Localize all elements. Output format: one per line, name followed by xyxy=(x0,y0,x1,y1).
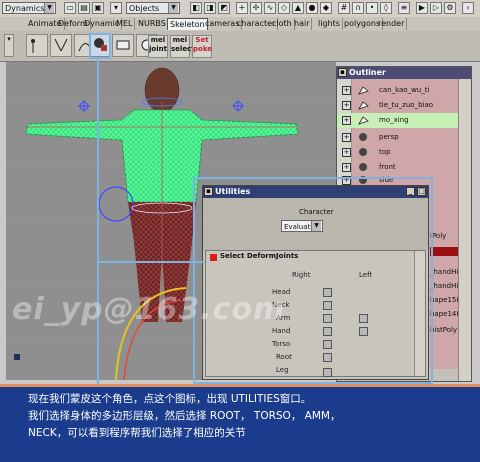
snap-grid-icon[interactable]: # xyxy=(338,2,350,14)
highlight-box-smooth-bind xyxy=(89,33,111,59)
tab-hair[interactable]: hair xyxy=(292,18,313,30)
tab-mel[interactable]: MEL xyxy=(114,18,136,30)
menu-set-value: Dynamics xyxy=(5,4,45,13)
history-icon[interactable]: ≡ xyxy=(398,2,410,14)
camera-icon xyxy=(359,133,367,141)
outliner-title: Outliner xyxy=(349,68,386,77)
caption-line: 现在我们蒙皮这个角色，点这个图标，出现 UTILITIES窗口。 xyxy=(28,393,312,405)
mel-joint-label: mel joint xyxy=(149,36,167,53)
tab-lights[interactable]: lights xyxy=(316,18,343,30)
ik-handle-glyph xyxy=(54,38,68,52)
outliner-item[interactable]: + tie_tu_zuo_biao xyxy=(337,98,459,113)
outliner-item-label: persp xyxy=(379,133,399,141)
mask-dynamics-icon[interactable]: ● xyxy=(306,2,318,14)
set-poke-button[interactable]: Set poke xyxy=(192,35,212,58)
mask-render-icon[interactable]: ◆ xyxy=(320,2,332,14)
object-mode-icon[interactable]: ◨ xyxy=(204,2,216,14)
render-icon[interactable]: ▶ xyxy=(416,2,428,14)
expand-icon[interactable]: + xyxy=(342,148,351,157)
mask-curves-icon[interactable]: ∿ xyxy=(264,2,276,14)
expand-icon[interactable]: + xyxy=(342,133,351,142)
hierarchy-mode-icon[interactable]: ◧ xyxy=(190,2,202,14)
caption-line: 我们选择身体的多边形层级，然后选择 ROOT， TORSO， AMM， xyxy=(28,410,341,422)
input-line-icon[interactable]: › xyxy=(462,2,474,14)
status-line: Dynamics ▼ ▭ ▤ ▣ ▾ Objects ▼ ◧ ◨ ◩ + ✢ ∿ ◇… xyxy=(0,0,480,18)
outliner-scrollbar[interactable] xyxy=(458,79,471,381)
outliner-title-bar[interactable]: ▪ Outliner xyxy=(337,67,471,79)
joint-tool-glyph xyxy=(31,39,35,53)
component-mode-icon[interactable]: ◩ xyxy=(218,2,230,14)
menu-set-dropdown[interactable]: Dynamics ▼ xyxy=(2,2,56,14)
outliner-item-label: mo_xing xyxy=(379,116,409,124)
outliner-item[interactable]: + can_kao_wu_ti xyxy=(337,83,459,98)
shelf-menu-icon[interactable]: ▾ xyxy=(4,34,14,57)
mesh-icon xyxy=(358,86,369,95)
outliner-item-label: top xyxy=(379,148,391,156)
selection-mask-dropdown[interactable]: Objects ▼ xyxy=(126,2,180,14)
snap-point-icon[interactable]: • xyxy=(366,2,378,14)
chevron-down-icon: ▼ xyxy=(44,3,54,13)
ik-handle-icon[interactable] xyxy=(50,34,72,57)
expand-icon[interactable]: + xyxy=(342,163,351,172)
mesh-icon xyxy=(358,116,369,125)
rigid-bind-icon[interactable] xyxy=(112,34,134,57)
snap-curve-icon[interactable]: ∩ xyxy=(352,2,364,14)
outliner-item[interactable]: + persp xyxy=(337,130,459,145)
outliner-item-label: can_kao_wu_ti xyxy=(379,86,430,94)
ipr-render-icon[interactable]: ▷ xyxy=(430,2,442,14)
chevron-down-icon: ▼ xyxy=(168,3,178,13)
joint-tool-icon[interactable] xyxy=(26,34,48,57)
hip-control[interactable] xyxy=(98,186,134,222)
camera-icon xyxy=(359,148,367,156)
watermark: ei_yp@163.com xyxy=(12,292,286,327)
expand-icon[interactable]: + xyxy=(342,101,351,110)
save-scene-icon[interactable]: ▣ xyxy=(92,2,104,14)
expand-icon[interactable]: + xyxy=(342,86,351,95)
tab-nurbs[interactable]: NURBS xyxy=(136,18,169,30)
shelf-tabs: Animate Deform Dynamic MEL NURBS Skeleto… xyxy=(0,17,480,32)
tab-render[interactable]: render xyxy=(376,18,408,30)
snap-plane-icon[interactable]: ◊ xyxy=(380,2,392,14)
caption-line: NECK，可以看到程序帮我们选择了相应的关节 xyxy=(28,427,246,439)
outliner-item-selected[interactable]: + mo_xing xyxy=(337,113,471,128)
set-poke-label: Set poke xyxy=(193,36,213,53)
expand-icon[interactable]: + xyxy=(342,116,351,125)
axis-indicator-icon xyxy=(14,354,20,360)
select-mode-icon[interactable]: ▾ xyxy=(110,2,122,14)
mesh-icon xyxy=(358,101,369,110)
mel-select-button[interactable]: mel select xyxy=(170,35,195,58)
mel-joint-button[interactable]: mel joint xyxy=(148,35,168,58)
mask-deformers-icon[interactable]: ▲ xyxy=(292,2,304,14)
mask-joints-icon[interactable]: ✢ xyxy=(250,2,262,14)
tutorial-caption: 现在我们蒙皮这个角色，点这个图标，出现 UTILITIES窗口。 我们选择身体的… xyxy=(0,384,480,462)
camera-icon xyxy=(359,163,367,171)
new-scene-icon[interactable]: ▭ xyxy=(64,2,76,14)
window-menu-icon[interactable]: ▪ xyxy=(338,68,347,77)
highlight-connector-line xyxy=(97,59,99,398)
selection-mask-value: Objects xyxy=(129,4,160,13)
render-globals-icon[interactable]: ⚙ xyxy=(444,2,456,14)
mask-handles-icon[interactable]: + xyxy=(236,2,248,14)
mask-surfaces-icon[interactable]: ◇ xyxy=(278,2,290,14)
tab-skeleton[interactable]: Skeleton xyxy=(167,18,208,30)
highlight-box-utilities xyxy=(193,177,433,384)
open-scene-icon[interactable]: ▤ xyxy=(78,2,90,14)
shelf: ▾ mel joint mel select Set poke xyxy=(0,31,480,62)
outliner-item-label: tie_tu_zuo_biao xyxy=(379,101,434,109)
outliner-item[interactable]: + top xyxy=(337,145,459,160)
outliner-item-label: bistPoly xyxy=(430,326,458,334)
rigid-bind-glyph xyxy=(116,40,130,50)
highlight-connector-horizontal xyxy=(97,261,205,263)
